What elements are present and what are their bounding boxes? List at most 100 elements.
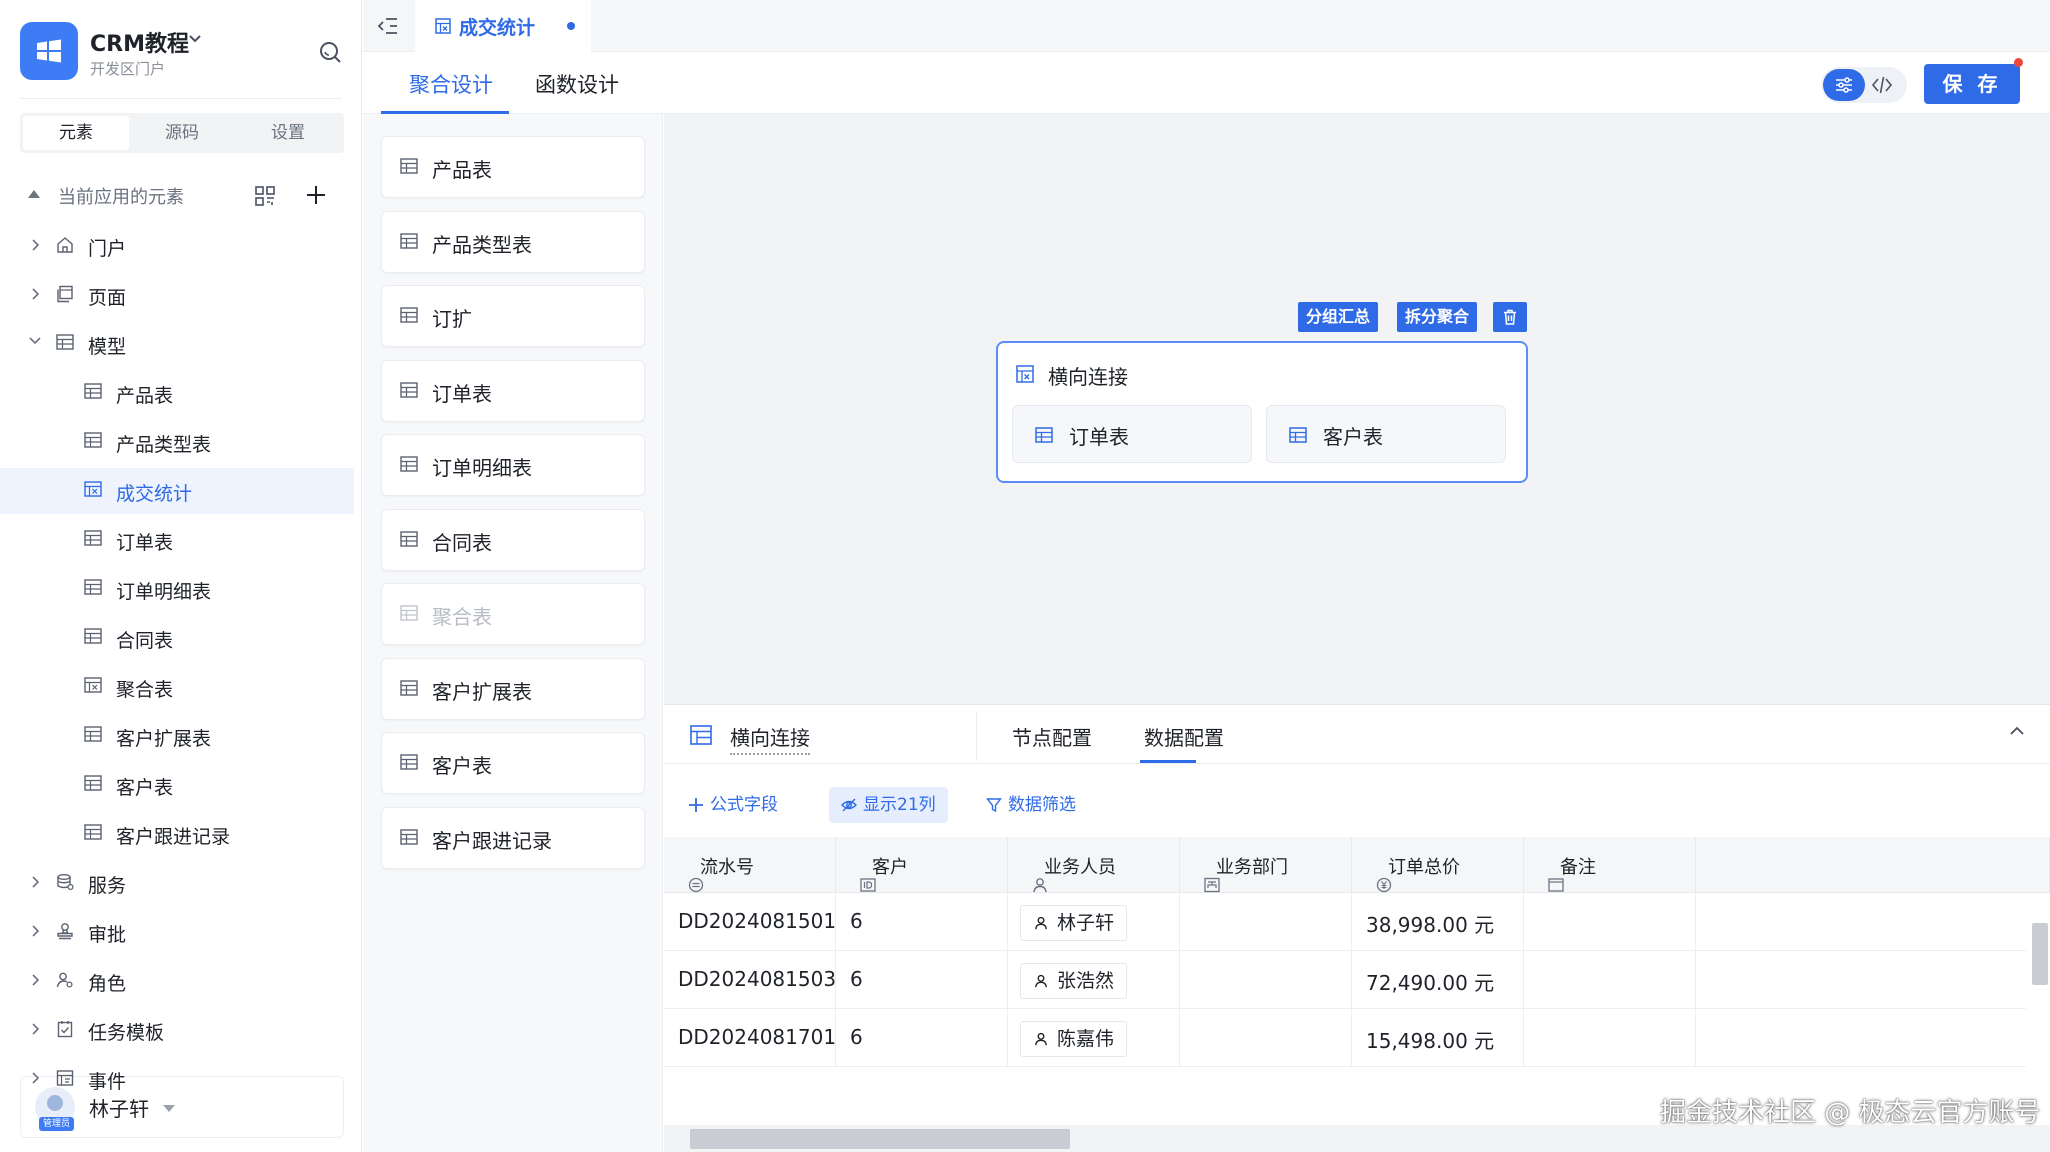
sidebar-item[interactable]: 事件 <box>0 1056 354 1102</box>
user-tag[interactable]: 林子轩 <box>1020 905 1128 941</box>
chevron-down-icon[interactable] <box>188 34 202 44</box>
sidebar-item[interactable]: 页面 <box>0 272 354 318</box>
sidebar-item[interactable]: 订单明细表 <box>0 566 354 612</box>
sidebar-item[interactable]: 门户 <box>0 223 354 269</box>
element-card[interactable]: 客户表 <box>381 732 645 794</box>
column-header[interactable]: 业务人员 <box>1008 837 1180 893</box>
element-card[interactable]: 合同表 <box>381 508 645 571</box>
data-filter-button[interactable]: 数据筛选 <box>986 787 1076 823</box>
tab-settings[interactable]: 设置 <box>235 116 341 150</box>
table-cell: 张浩然 <box>1008 951 1180 1009</box>
column-header[interactable]: 备注 <box>1524 837 1696 893</box>
sidebar-item[interactable]: 产品类型表 <box>0 419 354 465</box>
scroll-thumb[interactable] <box>2032 923 2048 985</box>
table-row[interactable]: DD2024081503 6 张浩然 72,490.00 元 <box>664 951 2050 1009</box>
table-row[interactable]: DD2024081701 6 陈嘉伟 15,498.00 元 <box>664 1009 2050 1067</box>
cell-text: 6 <box>850 967 863 991</box>
collapse-sidebar-icon[interactable] <box>377 16 399 36</box>
design-canvas[interactable]: 分组汇总 拆分聚合 横向连接 订单表 客户表 <box>664 114 2050 704</box>
scroll-thumb[interactable] <box>690 1129 1070 1149</box>
sidebar-item[interactable]: 成交统计 <box>0 468 354 514</box>
add-formula-field-button[interactable]: 公式字段 <box>688 787 778 823</box>
sidebar-item[interactable]: 任务模板 <box>0 1007 354 1053</box>
element-card[interactable]: 客户跟进记录 <box>381 806 645 869</box>
tab-data-config[interactable]: 数据配置 <box>1144 722 1224 751</box>
horizontal-join-node[interactable]: 横向连接 订单表 客户表 <box>996 341 1528 483</box>
search-icon[interactable] <box>318 40 342 64</box>
sidebar-item[interactable]: 角色 <box>0 958 354 1004</box>
table-cell: DD2024081501 <box>664 893 836 951</box>
child-node-customers[interactable]: 客户表 <box>1266 405 1506 463</box>
sidebar-item[interactable]: 聚合表 <box>0 664 354 710</box>
element-card[interactable]: 客户扩展表 <box>381 657 645 720</box>
tab-aggregate-design[interactable]: 聚合设计 <box>409 69 493 99</box>
save-button[interactable]: 保 存 <box>1924 64 2020 104</box>
caret-up-icon[interactable] <box>28 190 40 198</box>
table-icon <box>400 307 418 323</box>
tab-source[interactable]: 源码 <box>129 116 235 150</box>
table-row[interactable]: DD2024081501 6 林子轩 38,998.00 元 <box>664 893 2050 951</box>
sidebar-item[interactable]: 服务 <box>0 860 354 906</box>
settings-toggle[interactable] <box>1823 69 1865 101</box>
split-aggregate-button[interactable]: 拆分聚合 <box>1397 302 1478 332</box>
sidebar-item[interactable]: 客户表 <box>0 762 354 808</box>
column-header[interactable]: 订单总价 <box>1352 837 1524 893</box>
plus-icon <box>689 798 703 812</box>
sidebar-item-label: 页面 <box>88 287 127 309</box>
cell-text: 15,498.00 元 <box>1366 1029 1495 1053</box>
delete-node-button[interactable] <box>1493 302 1527 332</box>
table-cell <box>1524 1009 1696 1067</box>
view-toggle <box>1821 67 1907 103</box>
group-summary-button[interactable]: 分组汇总 <box>1298 302 1379 332</box>
add-icon[interactable] <box>304 183 328 207</box>
show-columns-button[interactable]: 显示21列 <box>829 787 948 823</box>
tab-deal-stats[interactable]: 成交统计 <box>415 0 591 52</box>
sidebar-item-label: 审批 <box>88 924 127 946</box>
child-node-label: 订单表 <box>1069 425 1129 449</box>
cell-text: 38,998.00 元 <box>1366 913 1495 937</box>
app-name[interactable]: CRM教程 <box>90 26 189 58</box>
child-node-orders[interactable]: 订单表 <box>1012 405 1252 463</box>
tab-function-design[interactable]: 函数设计 <box>535 69 619 99</box>
cell-text: DD2024081701 <box>678 1025 837 1049</box>
horizontal-scrollbar[interactable] <box>664 1125 2050 1152</box>
tab-node-config[interactable]: 节点配置 <box>1012 722 1092 751</box>
sidebar-item[interactable]: 合同表 <box>0 615 354 661</box>
sidebar-item[interactable]: 审批 <box>0 909 354 955</box>
column-header[interactable] <box>1696 837 2050 893</box>
element-card-label: 订扩 <box>432 307 472 331</box>
table-icon <box>400 679 418 696</box>
sidebar-item[interactable]: 产品表 <box>0 370 354 416</box>
table-icon <box>690 725 712 745</box>
table-icon <box>84 726 102 742</box>
element-card[interactable]: 订扩 <box>381 285 645 347</box>
join-icon <box>1016 365 1034 383</box>
sidebar-item[interactable]: 客户扩展表 <box>0 713 354 759</box>
column-header[interactable]: 业务部门 <box>1180 837 1352 893</box>
user-tag[interactable]: 张浩然 <box>1020 963 1128 999</box>
node-config-panel: 横向连接 节点配置 数据配置 公式字段 显示21列 数据筛选 流水号 客户 业务人员… <box>664 704 2050 1152</box>
code-icon[interactable] <box>1871 75 1893 95</box>
scan-grid-icon[interactable] <box>254 185 276 207</box>
caret-down-icon[interactable] <box>163 1105 175 1112</box>
table-icon <box>400 456 418 472</box>
tab-elements[interactable]: 元素 <box>23 116 129 150</box>
sidebar-item[interactable]: 客户跟进记录 <box>0 811 354 857</box>
user-tag[interactable]: 陈嘉伟 <box>1020 1021 1128 1057</box>
element-card[interactable]: 订单明细表 <box>381 434 645 496</box>
app-logo-icon <box>20 22 78 80</box>
sidebar-item[interactable]: 订单表 <box>0 517 354 563</box>
divider <box>664 763 2050 764</box>
element-card[interactable]: 产品表 <box>381 136 645 198</box>
column-header[interactable]: 客户 <box>836 837 1008 893</box>
chevron-up-icon[interactable] <box>2008 725 2026 737</box>
table-icon <box>84 383 102 399</box>
sidebar-item[interactable]: 模型 <box>0 321 354 367</box>
table-icon <box>400 232 418 249</box>
sidebar-tabs: 元素 源码 设置 <box>20 113 344 153</box>
element-card[interactable]: 订单表 <box>381 359 645 422</box>
element-card[interactable]: 产品类型表 <box>381 210 645 273</box>
column-header[interactable]: 流水号 <box>664 837 836 893</box>
sidebar-item-label: 订单明细表 <box>116 581 212 603</box>
panel-title[interactable]: 横向连接 <box>730 722 810 755</box>
